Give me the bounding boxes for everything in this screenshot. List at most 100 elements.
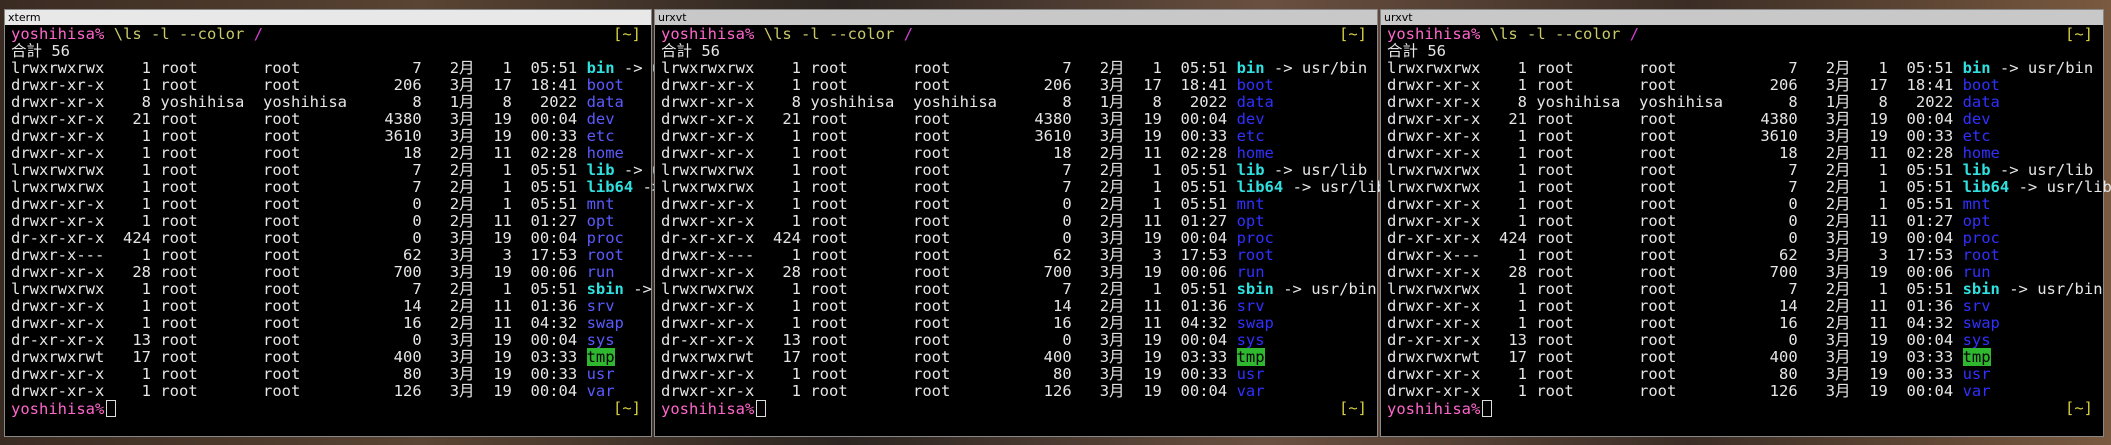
urxvt-window-2[interactable]: urxvt yoshihisa% \ls -l --color / [~] 合計 5… (1380, 9, 2111, 437)
time: 2022 (1897, 93, 1954, 111)
urxvt-window-1[interactable]: urxvt yoshihisa% \ls -l --color / [~] 合計 5… (654, 9, 1386, 437)
file-size: 0 (1015, 229, 1072, 247)
terminal-body[interactable]: yoshihisa% \ls -l --color / [~] 合計 56 lrwxr… (1387, 25, 2111, 436)
owner: root (160, 297, 254, 315)
cwd-indicator: [~] (2065, 25, 2093, 43)
window-titlebar[interactable]: urxvt (1381, 10, 2103, 25)
file-name: usr (1236, 365, 1265, 383)
window-titlebar[interactable]: xterm (5, 10, 651, 25)
link-count: 1 (1489, 144, 1527, 162)
text-cursor[interactable] (1482, 400, 1493, 417)
cwd-indicator: [~] (2065, 399, 2093, 417)
cwd-indicator: [~] (1339, 399, 1367, 417)
month: 3月 (431, 229, 475, 247)
list-item: dr-xr-xr-x 13 root root 0 3月 19 00:04 sy… (11, 332, 647, 349)
day: 1 (1859, 59, 1888, 77)
list-item: dr-xr-xr-x 424 root root 0 3月 19 00:04 p… (1387, 230, 2099, 247)
month: 3月 (1807, 76, 1851, 94)
month: 2月 (1807, 280, 1851, 298)
permissions: drwxr-x--- (1387, 246, 1481, 264)
prompt-symbol: % (95, 400, 105, 418)
group: root (913, 161, 1007, 179)
file-size: 7 (365, 59, 422, 77)
file-name: usr (1962, 365, 1991, 383)
file-size: 3610 (365, 127, 422, 145)
list-item: drwxr-xr-x 1 root root 16 2月 11 04:32 sw… (11, 315, 647, 332)
link-count: 1 (113, 246, 151, 264)
group: root (263, 76, 357, 94)
file-name: lib64 (1962, 178, 2010, 196)
group: root (263, 365, 357, 383)
symlink-arrow: -> (614, 161, 652, 179)
month: 3月 (1807, 229, 1851, 247)
file-name: dev (586, 110, 615, 128)
owner: yoshihisa (810, 93, 904, 111)
list-item: drwxr-xr-x 1 root root 16 2月 11 04:32 sw… (661, 315, 1373, 332)
file-size: 7 (365, 280, 422, 298)
file-size: 0 (365, 212, 422, 230)
file-size: 16 (1741, 314, 1798, 332)
group: yoshihisa (263, 93, 357, 111)
list-item: drwxr-xr-x 21 root root 4380 3月 19 00:04… (11, 111, 647, 128)
terminal-body[interactable]: yoshihisa% \ls -l --color / [~] 合計 56 lrwxr… (11, 25, 736, 436)
symlink-arrow: -> (1990, 59, 2028, 77)
day: 3 (1859, 246, 1888, 264)
month: 1月 (1081, 93, 1125, 111)
time: 05:51 (1897, 195, 1954, 213)
list-item: drwxr-xr-x 1 root root 206 3月 17 18:41 b… (661, 77, 1373, 94)
link-count: 1 (113, 212, 151, 230)
list-item: drwxrwxrwt 17 root root 400 3月 19 03:33 … (1387, 348, 2099, 366)
month: 3月 (1081, 263, 1125, 281)
group: root (1639, 246, 1733, 264)
command-text: \ls -l --color (113, 25, 245, 43)
file-name: data (1962, 93, 2000, 111)
xterm-window[interactable]: xterm yoshihisa% \ls -l --color / [~] 合計 5… (4, 9, 736, 437)
link-count: 1 (763, 382, 801, 400)
file-name: etc (586, 127, 615, 145)
time: 17:53 (1171, 246, 1228, 264)
list-item: lrwxrwxrwx 1 root root 7 2月 1 05:51 lib6… (661, 179, 1386, 196)
file-size: 0 (365, 229, 422, 247)
day: 19 (1859, 229, 1888, 247)
link-count: 1 (113, 178, 151, 196)
owner: root (1536, 144, 1630, 162)
window-titlebar[interactable]: urxvt (655, 10, 1377, 25)
day: 1 (1133, 195, 1162, 213)
file-size: 700 (1741, 263, 1798, 281)
prompt-line-active[interactable]: yoshihisa% [~] (11, 400, 647, 418)
link-count: 1 (763, 365, 801, 383)
list-item: drwxr-xr-x 8 yoshihisa yoshihisa 8 1月 8 … (661, 94, 1373, 111)
file-size: 0 (1015, 195, 1072, 213)
day: 11 (1859, 212, 1888, 230)
file-size: 126 (1741, 382, 1798, 400)
symlink-target: usr/lib (1301, 161, 1368, 179)
month: 3月 (1081, 382, 1125, 400)
prompt-line-active[interactable]: yoshihisa% [~] (661, 399, 1373, 418)
month: 3月 (1081, 127, 1125, 145)
group: root (913, 263, 1007, 281)
file-name: mnt (1236, 195, 1265, 213)
permissions: lrwxrwxrwx (11, 59, 105, 77)
time: 00:04 (1171, 110, 1228, 128)
file-size: 80 (365, 365, 422, 383)
list-item: lrwxrwxrwx 1 root root 7 2月 1 05:51 lib … (1387, 162, 2099, 179)
link-count: 13 (113, 331, 151, 349)
time: 2022 (1171, 93, 1228, 111)
owner: root (810, 110, 904, 128)
text-cursor[interactable] (106, 400, 117, 417)
text-cursor[interactable] (756, 400, 767, 417)
link-count: 1 (1489, 127, 1527, 145)
time: 05:51 (521, 280, 578, 298)
group: root (1639, 280, 1733, 298)
path-text: / (253, 25, 264, 43)
permissions: lrwxrwxrwx (1387, 59, 1481, 77)
terminal-body[interactable]: yoshihisa% \ls -l --color / [~] 合計 56 lrwxr… (661, 26, 1386, 436)
day: 1 (1859, 178, 1888, 196)
prompt-line-active[interactable]: yoshihisa% [~] (1387, 399, 2099, 418)
link-count: 1 (1489, 195, 1527, 213)
total-line: 合計 56 (1387, 43, 2099, 60)
permissions: drwxr-xr-x (661, 297, 755, 315)
day: 19 (1859, 348, 1888, 366)
time: 02:28 (1897, 144, 1954, 162)
list-item: drwxr-xr-x 1 root root 126 3月 19 00:04 v… (661, 383, 1373, 400)
